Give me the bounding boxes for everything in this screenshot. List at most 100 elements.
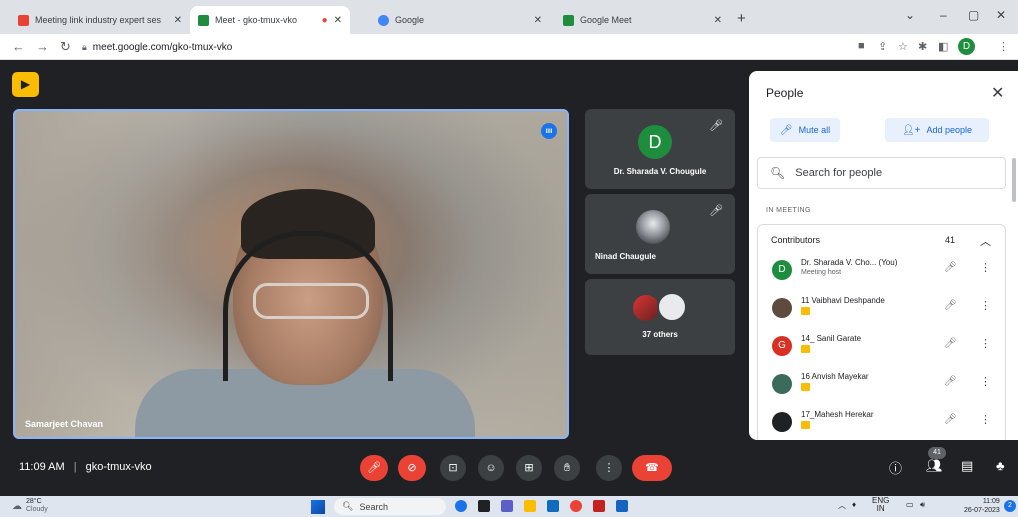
muted-mic-icon[interactable]: 🎤︎ xyxy=(944,262,957,273)
list-item[interactable]: D Dr. Sharada V. Cho... (You) Meeting ho… xyxy=(758,254,1005,288)
weather-widget[interactable]: ☁ 28°C Cloudy xyxy=(12,498,48,514)
windows-start-icon[interactable] xyxy=(311,500,325,514)
taskbar-search-label: Search xyxy=(359,501,388,512)
close-tab-icon[interactable]: ✕ xyxy=(174,15,182,26)
more-options-icon[interactable]: ⋮ xyxy=(980,299,991,312)
search-people-input[interactable]: 🔍︎ Search for people xyxy=(757,157,1006,189)
list-item[interactable]: 11 Vaibhavi Deshpande 🎤︎ ⋮ xyxy=(758,292,1005,326)
restore-button[interactable]: ▢ xyxy=(968,8,979,22)
url-field[interactable]: 🔒︎ meet.google.com/gko-tmux-vko xyxy=(82,37,842,57)
tray-app-icon[interactable]: ♦ xyxy=(852,500,856,509)
mute-all-button[interactable]: 🎤︎ Mute all xyxy=(770,118,840,142)
tab-meet-active[interactable]: Meet - gko-tmux-vko ● ✕ xyxy=(190,6,350,34)
speaking-indicator-icon: ııı xyxy=(541,123,557,139)
tab-title: Meet - gko-tmux-vko xyxy=(215,15,298,25)
weather-text: Cloudy xyxy=(26,506,48,513)
muted-mic-icon[interactable]: 🎤︎ xyxy=(944,414,957,425)
close-tab-icon[interactable]: ✕ xyxy=(714,15,722,26)
activities-badge-icon[interactable]: ▶ xyxy=(12,72,39,97)
muted-mic-icon[interactable]: 🎤︎ xyxy=(944,376,957,387)
mic-off-icon: 🎤︎ xyxy=(367,462,381,474)
task-view-icon[interactable] xyxy=(478,500,490,512)
list-item[interactable]: 16 Anvish Mayekar 🎤︎ ⋮ xyxy=(758,368,1005,402)
sidepanel-icon[interactable]: ◧ xyxy=(938,40,948,53)
participant-name: 16 Anvish Mayekar xyxy=(801,372,869,381)
list-item[interactable]: G 14_ Sanil Garate 🎤︎ ⋮ xyxy=(758,330,1005,364)
present-button[interactable]: ⊞ xyxy=(516,455,542,481)
new-tab-button[interactable]: + xyxy=(737,10,746,27)
profile-avatar[interactable]: D xyxy=(958,38,975,55)
more-options-icon[interactable]: ⋮ xyxy=(980,375,991,388)
system-clock[interactable]: 11:09 26-07-2023 xyxy=(964,497,1000,515)
muted-mic-icon[interactable]: 🎤︎ xyxy=(944,300,957,311)
panel-title: People xyxy=(766,86,804,100)
close-panel-icon[interactable]: ✕ xyxy=(991,83,1004,103)
tab-gmail[interactable]: Meeting link industry expert ses ✕ xyxy=(10,6,190,34)
network-icon[interactable]: ▭ xyxy=(906,500,914,509)
more-options-icon[interactable]: ⋮ xyxy=(980,337,991,350)
browser-menu-icon[interactable]: ⋮ xyxy=(998,40,1009,53)
minimize-button[interactable]: – xyxy=(940,8,947,22)
extensions-icon[interactable]: ✱ xyxy=(918,40,927,53)
word-icon[interactable] xyxy=(616,500,628,512)
bing-icon[interactable] xyxy=(455,500,467,512)
forward-icon[interactable]: → xyxy=(36,39,49,54)
main-speaker-name: Samarjeet Chavan xyxy=(25,419,104,429)
pdf-reader-icon[interactable] xyxy=(593,500,605,512)
more-options-icon[interactable]: ⋮ xyxy=(980,413,991,426)
captions-button[interactable]: ⊡ xyxy=(440,455,466,481)
file-explorer-icon[interactable] xyxy=(524,500,536,512)
store-icon[interactable] xyxy=(547,500,559,512)
tab-google[interactable]: Google ✕ xyxy=(370,6,550,34)
tray-expand-icon[interactable]: ︿ xyxy=(838,500,846,511)
address-bar: ← → ↻ 🔒︎ meet.google.com/gko-tmux-vko ■ … xyxy=(0,34,1018,60)
notification-icon[interactable]: 2 xyxy=(1004,500,1016,512)
others-tile[interactable]: 37 others xyxy=(585,279,735,355)
clock-time: 11:09 xyxy=(982,498,1000,505)
close-window-button[interactable]: ✕ xyxy=(996,8,1006,22)
bookmark-star-icon[interactable]: ☆ xyxy=(898,40,908,53)
reload-icon[interactable]: ↻ xyxy=(60,39,71,55)
reactions-button[interactable]: ☺ xyxy=(478,455,504,481)
close-tab-icon[interactable]: ✕ xyxy=(334,15,342,26)
tab-google-meet[interactable]: Google Meet ✕ xyxy=(555,6,730,34)
leave-call-button[interactable]: ☎ xyxy=(632,455,672,481)
people-icon[interactable]: 👥︎ xyxy=(926,458,943,474)
contributors-list: Contributors 41 ︿ D Dr. Sharada V. Cho..… xyxy=(757,224,1006,440)
chat-icon[interactable]: ▤ xyxy=(961,458,973,474)
chrome-icon[interactable] xyxy=(570,500,582,512)
raise-hand-button[interactable]: ✋︎ xyxy=(554,455,580,481)
list-item[interactable]: 17_Mahesh Herekar 🎤︎ ⋮ xyxy=(758,406,1005,440)
camera-in-use-icon[interactable]: ■ xyxy=(858,40,865,52)
add-people-button[interactable]: 👤︎+ Add people xyxy=(885,118,989,142)
panel-scrollbar[interactable] xyxy=(1012,158,1016,202)
region-code: IN xyxy=(876,504,885,513)
muted-mic-icon[interactable]: 🎤︎ xyxy=(944,338,957,349)
add-person-icon: 👤︎+ xyxy=(901,124,921,136)
participant-tile[interactable]: D 🎤︎ Dr. Sharada V. Chougule xyxy=(585,109,735,189)
meeting-details-icon[interactable]: ⓘ xyxy=(889,458,902,477)
more-options-button[interactable]: ⋮ xyxy=(596,455,622,481)
back-icon[interactable]: ← xyxy=(12,39,25,54)
share-icon[interactable]: ⇪ xyxy=(878,40,887,53)
captions-icon: ⊡ xyxy=(448,462,458,474)
mute-all-label: Mute all xyxy=(798,125,831,135)
main-video-tile[interactable]: ııı Samarjeet Chavan xyxy=(13,109,569,439)
camera-toggle-button[interactable]: ⊘ xyxy=(398,455,426,481)
teams-icon[interactable] xyxy=(501,500,513,512)
more-options-icon[interactable]: ⋮ xyxy=(980,261,991,274)
tab-search-icon[interactable]: ⌄ xyxy=(905,8,915,22)
camera-off-icon: ⊘ xyxy=(407,462,417,474)
contributors-heading[interactable]: Contributors xyxy=(771,235,820,245)
close-tab-icon[interactable]: ✕ xyxy=(534,15,542,26)
taskbar-search[interactable]: 🔍︎ Search xyxy=(334,498,446,515)
mic-toggle-button[interactable]: 🎤︎ xyxy=(360,455,388,481)
avatar xyxy=(772,412,792,432)
activities-icon[interactable]: ♣ xyxy=(996,458,1005,473)
collapse-caret-icon[interactable]: ︿ xyxy=(980,233,991,249)
language-indicator[interactable]: ENG IN xyxy=(872,497,889,513)
participant-name: 14_ Sanil Garate xyxy=(801,334,862,343)
volume-icon[interactable]: 🔊︎ xyxy=(920,500,925,510)
participant-tile[interactable]: 🎤︎ Ninad Chaugule xyxy=(585,194,735,274)
participant-name: Ninad Chaugule xyxy=(595,252,656,261)
